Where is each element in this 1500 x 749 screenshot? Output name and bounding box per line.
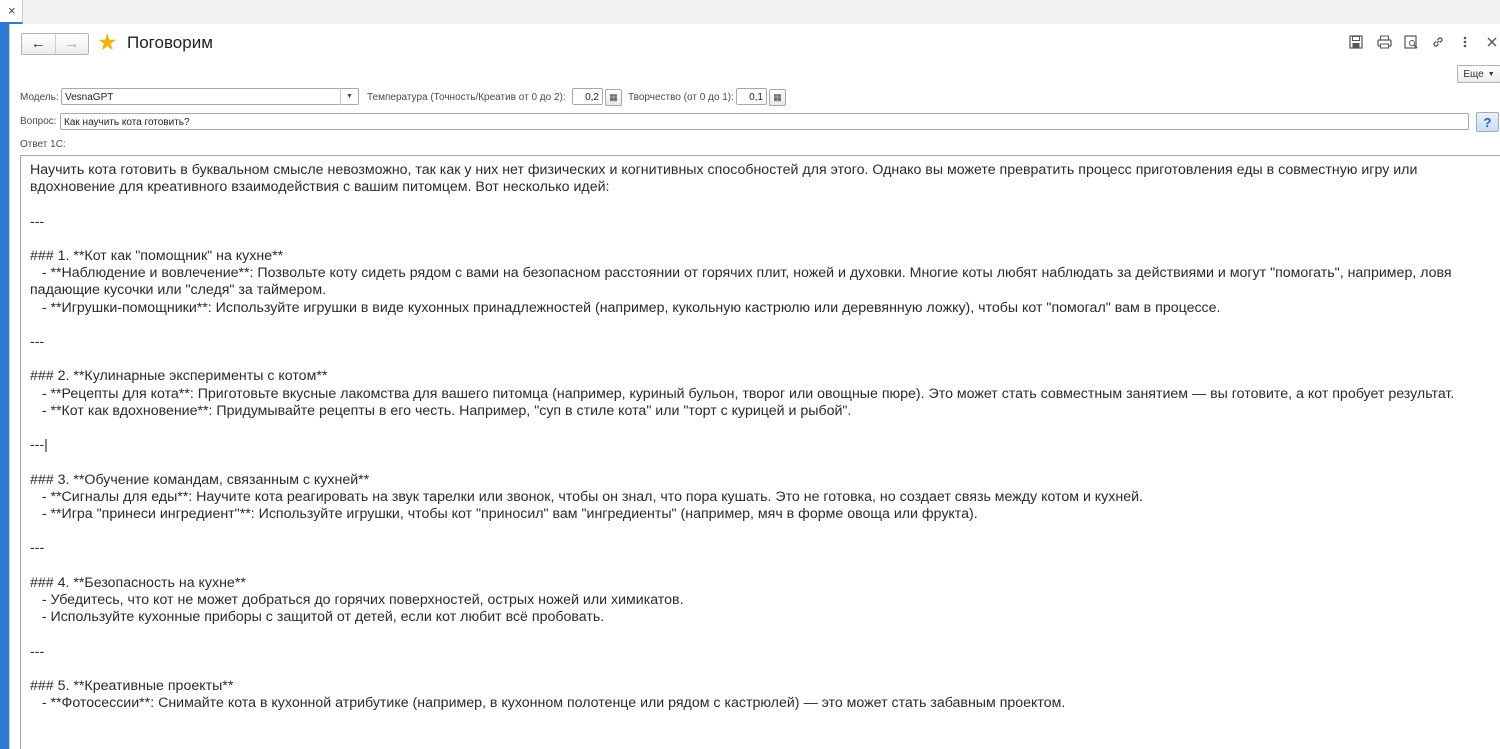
navigation-buttons: ← → xyxy=(21,33,89,55)
answer-line xyxy=(30,626,1492,643)
calculator-icon[interactable]: ▦ xyxy=(605,89,622,106)
answer-line xyxy=(30,351,1492,368)
more-vertical-icon[interactable] xyxy=(1457,34,1473,50)
chevron-down-icon: ▼ xyxy=(1487,70,1495,78)
chevron-down-icon[interactable]: ▼ xyxy=(340,88,358,105)
answer-line: ### 1. **Кот как "помощник" на кухне** xyxy=(30,247,284,264)
left-section-bar xyxy=(0,24,9,749)
answer-line: - Убедитесь, что кот не может добраться … xyxy=(30,591,684,608)
answer-line: --- xyxy=(30,643,45,660)
tab-close-icon[interactable]: × xyxy=(8,3,16,19)
answer-line: - **Игрушки-помощники**: Используйте игр… xyxy=(30,299,1221,316)
answer-line xyxy=(30,558,1492,575)
answer-line: - **Фотосессии**: Снимайте кота в кухонн… xyxy=(30,695,1066,712)
answer-line: --- xyxy=(30,333,45,350)
answer-line xyxy=(30,523,1492,540)
creativity-input[interactable]: 0,1 xyxy=(736,88,767,105)
favorite-star-icon[interactable]: ★ xyxy=(97,29,118,55)
print-icon[interactable] xyxy=(1376,34,1392,50)
link-icon[interactable] xyxy=(1430,34,1446,50)
temperature-label: Температура (Точность/Креатив от 0 до 2)… xyxy=(367,92,566,103)
answer-label: Ответ 1С: xyxy=(20,139,66,150)
answer-line: Научить кота готовить в буквальном смысл… xyxy=(30,162,1422,196)
model-select[interactable]: VesnaGPT ▼ xyxy=(61,88,359,105)
answer-line: ### 3. **Обучение командам, связанным с … xyxy=(30,471,370,488)
answer-line xyxy=(30,196,1492,213)
close-icon[interactable] xyxy=(1484,34,1500,50)
preview-icon[interactable] xyxy=(1403,34,1419,50)
back-button[interactable]: ← xyxy=(22,34,55,54)
answer-line: --- xyxy=(30,213,45,230)
form-window: ← → ★ Поговорим Еще ▼ Модель: VesnaGPT ▼… xyxy=(9,24,1500,749)
answer-line xyxy=(30,454,1492,471)
more-button[interactable]: Еще ▼ xyxy=(1457,65,1500,83)
answer-textarea[interactable]: Научить кота готовить в буквальном смысл… xyxy=(20,155,1500,749)
forward-button[interactable]: → xyxy=(54,34,89,54)
answer-line: - **Игра "принеси ингредиент"**: Использ… xyxy=(30,505,978,522)
answer-line xyxy=(30,420,1492,437)
tab-active[interactable]: × xyxy=(0,0,23,24)
answer-line: ### 5. **Креативные проекты** xyxy=(30,677,234,694)
answer-line: - **Сигналы для еды**: Научите кота реаг… xyxy=(30,488,1143,505)
save-icon[interactable] xyxy=(1348,34,1364,50)
answer-line: --- xyxy=(30,540,45,557)
answer-line: ### 2. **Кулинарные эксперименты с котом… xyxy=(30,368,328,385)
model-select-value: VesnaGPT xyxy=(65,92,114,103)
tab-strip: × xyxy=(0,0,1500,25)
answer-line xyxy=(30,231,1492,248)
calculator-icon[interactable]: ▦ xyxy=(769,89,786,106)
temperature-input[interactable]: 0,2 xyxy=(572,88,603,105)
answer-line: ### 4. **Безопасность на кухне** xyxy=(30,574,246,591)
answer-line: ---| xyxy=(30,437,48,454)
help-button[interactable]: ? xyxy=(1476,112,1499,132)
question-input[interactable]: Как научить кота готовить? xyxy=(60,113,1469,130)
question-icon: ? xyxy=(1483,114,1492,130)
answer-line: - **Наблюдение и вовлечение**: Позвольте… xyxy=(30,265,1456,299)
answer-line: - Используйте кухонные приборы с защитой… xyxy=(30,609,605,626)
answer-line xyxy=(30,661,1492,678)
question-label: Вопрос: xyxy=(20,116,57,127)
answer-line: - **Кот как вдохновение**: Придумывайте … xyxy=(30,402,852,419)
page-title: Поговорим xyxy=(127,33,213,52)
answer-line: - **Рецепты для кота**: Приготовьте вкус… xyxy=(30,385,1455,402)
more-button-label: Еще xyxy=(1463,68,1484,80)
creativity-label: Творчество (от 0 до 1): xyxy=(628,92,734,103)
answer-line xyxy=(30,317,1492,334)
model-label: Модель: xyxy=(20,92,59,103)
